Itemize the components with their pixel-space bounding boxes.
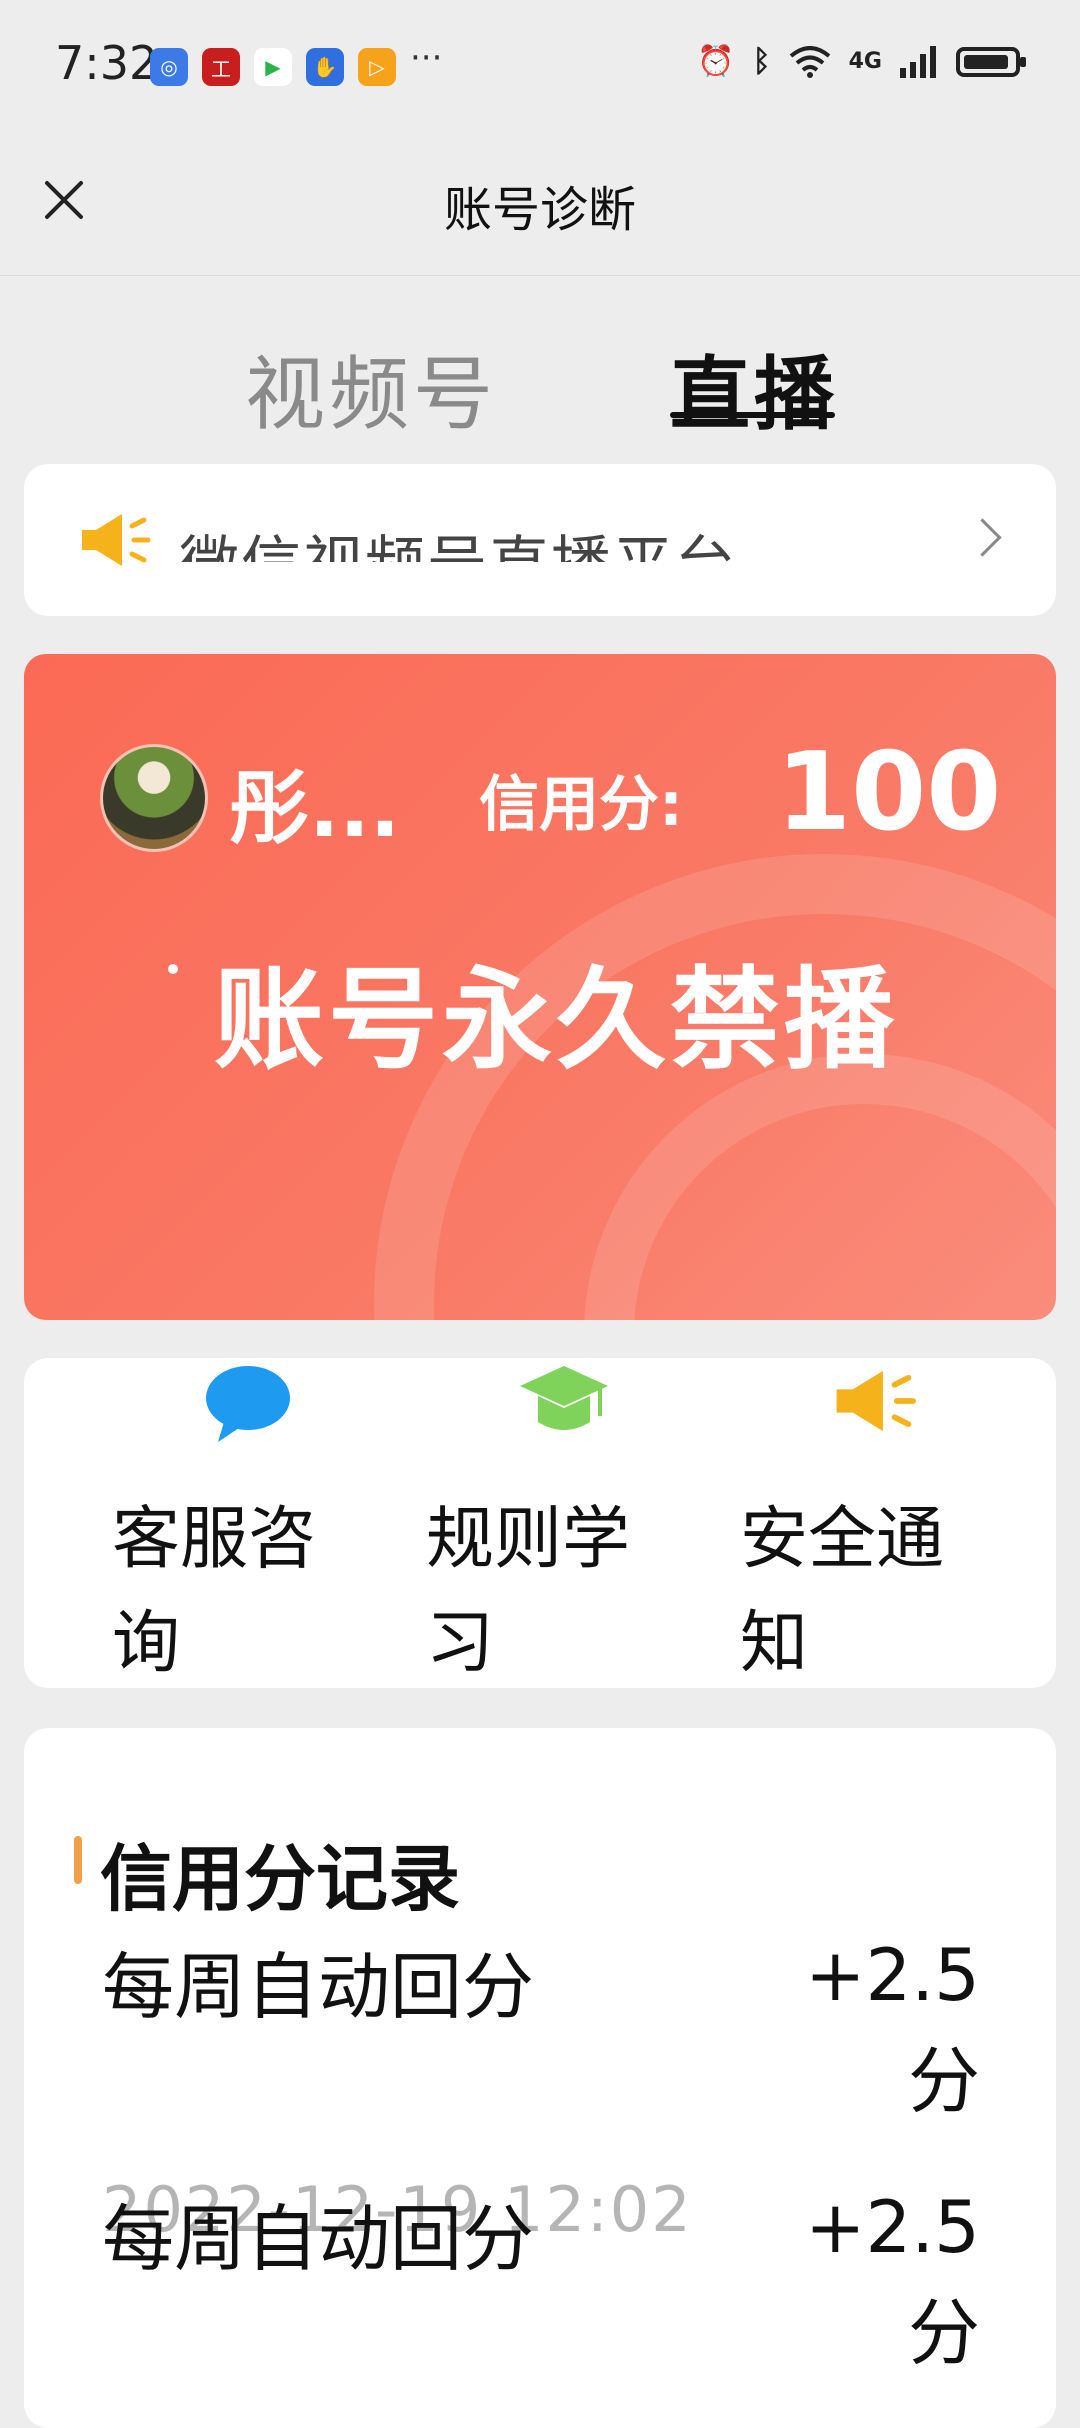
speaker-icon xyxy=(836,1370,916,1432)
media-app-icon: ▷ xyxy=(358,48,396,86)
video-app-icon: ▶ xyxy=(254,48,292,86)
action-label: 客服咨询 xyxy=(112,1500,317,1683)
credit-score-label: 信用分: xyxy=(479,770,683,840)
notification-icons: ◎ 工 ▶ ✋ ▷ xyxy=(150,48,396,86)
bullet-dot xyxy=(168,964,178,974)
chevron-right-icon xyxy=(963,518,1002,557)
status-bar: 7:32 ◎ 工 ▶ ✋ ▷ ··· ⏰ ᛒ 4G xyxy=(0,0,1080,130)
graduation-cap-icon xyxy=(520,1366,608,1430)
quick-actions: 客服咨询 规则学习 安全通知 xyxy=(24,1358,1056,1688)
network-type: 4G xyxy=(848,49,882,74)
page-title: 账号诊断 xyxy=(443,182,636,238)
record-name: 每周自动回分 xyxy=(102,1945,535,2029)
credit-records: 信用分记录 每周自动回分 +2.5分 2022-12-19 12:02 每周自动… xyxy=(24,1728,1056,2428)
section-title: 信用分记录 xyxy=(100,1837,461,1921)
record-points: +2.5分 xyxy=(805,1933,980,2123)
account-status-card: 彤... 信用分: 100 账号永久禁播 xyxy=(24,654,1056,1320)
section-accent-bar xyxy=(74,1836,82,1884)
speaker-icon xyxy=(82,514,151,566)
more-notifications-icon: ··· xyxy=(410,38,443,78)
action-label: 安全通知 xyxy=(740,1500,945,1683)
notice-text: 微信视频号直播平台 xyxy=(179,516,737,562)
record-name: 每周自动回分 xyxy=(102,2197,535,2281)
credit-score-value: 100 xyxy=(776,730,1002,855)
signal-icon xyxy=(900,45,936,78)
avatar xyxy=(100,744,208,852)
header-bar: 账号诊断 xyxy=(0,130,1080,276)
bank-app-icon: 工 xyxy=(202,48,240,86)
system-icons: ⏰ ᛒ 4G xyxy=(697,44,1026,79)
account-status-text: 账号永久禁播 xyxy=(214,956,898,1084)
active-tab-indicator xyxy=(670,412,835,418)
bluetooth-icon: ᛒ xyxy=(752,44,771,79)
assistant-app-icon: ✋ xyxy=(306,48,344,86)
action-label: 规则学习 xyxy=(426,1500,631,1683)
battery-icon xyxy=(956,46,1026,77)
nickname: 彤... xyxy=(229,762,401,855)
chat-bubble-icon xyxy=(206,1366,290,1442)
notice-bar[interactable]: 微信视频号直播平台 xyxy=(24,464,1056,616)
tab-video-account[interactable]: 视频号 xyxy=(245,330,497,446)
browser-icon: ◎ xyxy=(150,48,188,86)
status-time: 7:32 xyxy=(55,36,159,90)
alarm-icon: ⏰ xyxy=(697,44,735,79)
tab-live[interactable]: 直播 xyxy=(670,330,838,446)
wifi-icon xyxy=(789,45,830,78)
record-points: +2.5分 xyxy=(805,2185,980,2375)
